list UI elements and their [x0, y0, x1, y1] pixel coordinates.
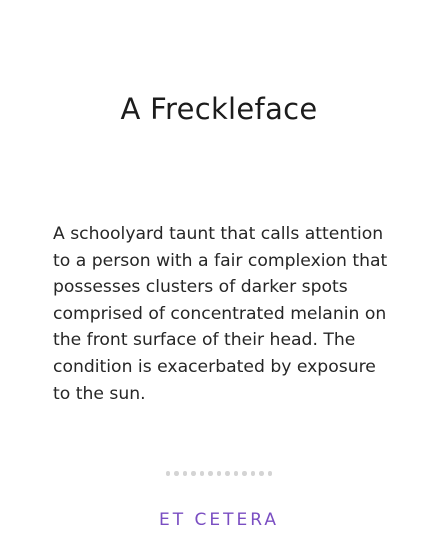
pagination-dot[interactable]: [250, 471, 256, 476]
card: A Freckleface A schoolyard taunt that ca…: [0, 0, 438, 557]
pagination-dot[interactable]: [267, 471, 273, 476]
pagination-dot[interactable]: [225, 471, 230, 476]
pagination-dot[interactable]: [191, 471, 196, 476]
pagination-dot[interactable]: [199, 471, 205, 476]
pagination-dot[interactable]: [182, 471, 188, 476]
pagination-dot[interactable]: [233, 471, 239, 476]
brand-label: ET CETERA: [158, 510, 280, 530]
pagination-dots[interactable]: [0, 471, 438, 476]
pagination-dot[interactable]: [242, 471, 247, 476]
pagination-dot[interactable]: [208, 471, 213, 476]
card-title: A Freckleface: [120, 92, 318, 126]
pagination-dot[interactable]: [165, 471, 171, 476]
pagination-dot[interactable]: [216, 471, 222, 476]
pagination-dot[interactable]: [259, 471, 264, 476]
card-definition: A schoolyard taunt that calls attention …: [53, 224, 388, 404]
pagination-dot[interactable]: [174, 471, 179, 476]
